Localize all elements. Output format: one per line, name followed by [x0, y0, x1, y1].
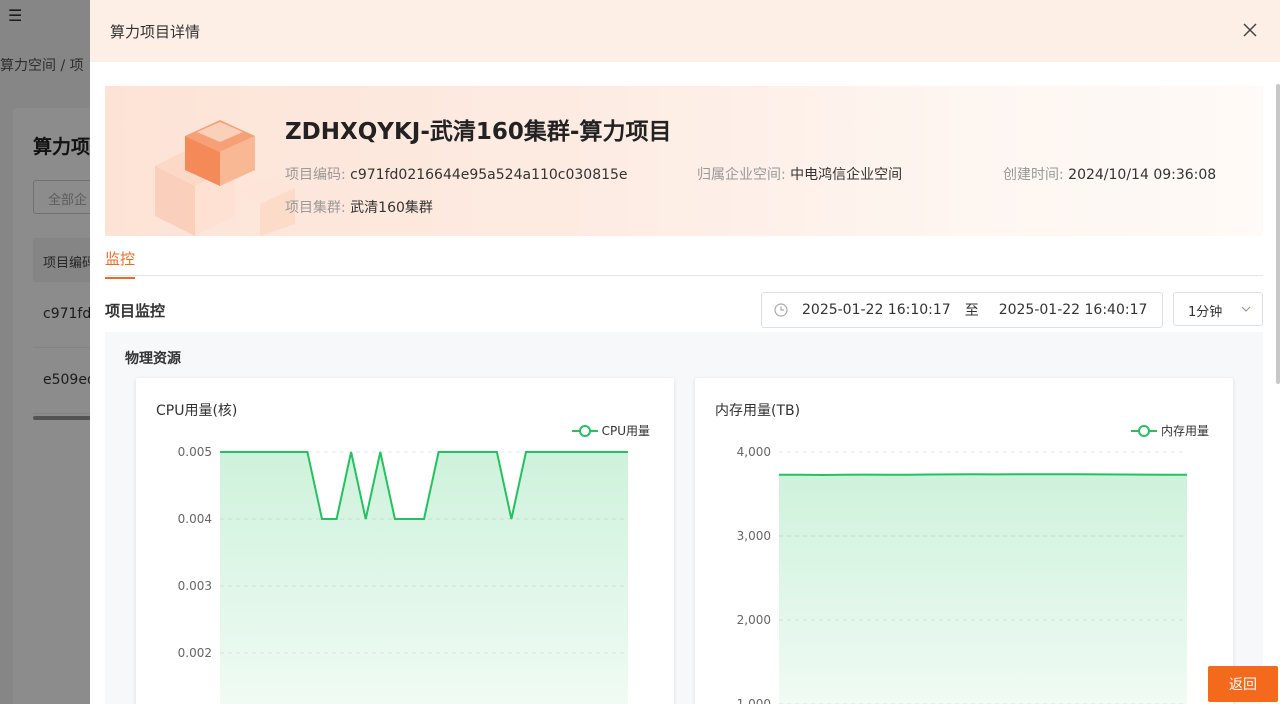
monitor-section-header: 项目监控 2025-01-22 16:10:17 至 2025-01-22 16… [105, 292, 1263, 328]
tab-monitor[interactable]: 监控 [105, 248, 136, 279]
series-area [220, 452, 628, 704]
detail-tabs: 监控 [105, 236, 1263, 279]
project-name: ZDHXQYKJ-武清160集群-算力项目 [285, 119, 672, 145]
physical-resources-panel: 物理资源 CPU用量(核) CPU用量 0.005 0.004 0.003 0.002… [105, 332, 1263, 704]
date-separator: 至 [964, 303, 979, 319]
interval-select[interactable]: 1分钟 [1173, 292, 1263, 326]
y-tick-label: 1,000 [737, 697, 771, 704]
project-cluster-value: 武清160集群 [350, 200, 433, 216]
cpu-chart-plot: 0.005 0.004 0.003 0.002 [178, 445, 628, 704]
project-cluster-field: 项目集群: 武清160集群 [285, 197, 433, 217]
y-tick-label: 0.004 [178, 512, 212, 526]
vertical-scrollbar[interactable] [1276, 84, 1280, 384]
created-time-value: 2024/10/14 09:36:08 [1068, 167, 1217, 183]
close-icon [1243, 23, 1257, 37]
drawer-header: 算力项目详情 [90, 0, 1280, 62]
y-tick-label: 2,000 [737, 613, 771, 627]
project-cluster-label: 项目集群: [285, 200, 346, 216]
drawer-title: 算力项目详情 [110, 22, 201, 41]
enterprise-space-value: 中电鸿信企业空间 [790, 167, 903, 183]
date-range-picker[interactable]: 2025-01-22 16:10:17 至 2025-01-22 16:40:1… [761, 292, 1163, 328]
project-code-label: 项目编码: [285, 167, 346, 183]
project-code-field: 项目编码: c971fd0216644e95a524a110c030815e [285, 164, 628, 184]
created-time-label: 创建时间: [1003, 167, 1064, 183]
cpu-usage-chart: CPU用量(核) CPU用量 0.005 0.004 0.003 0.002 [136, 378, 674, 704]
y-tick-label: 0.005 [178, 445, 212, 459]
project-code-value: c971fd0216644e95a524a110c030815e [350, 167, 628, 183]
series-area [779, 474, 1187, 704]
back-button[interactable]: 返回 [1208, 666, 1278, 702]
y-tick-label: 0.002 [178, 646, 212, 660]
section-title: 项目监控 [105, 302, 166, 320]
panel-title: 物理资源 [125, 351, 181, 367]
memory-chart-plot: 4,000 3,000 2,000 1,000 [737, 445, 1187, 704]
y-tick-label: 3,000 [737, 529, 771, 543]
created-time-field: 创建时间: 2024/10/14 09:36:08 [1003, 164, 1216, 184]
project-banner: ZDHXQYKJ-武清160集群-算力项目 项目编码: c971fd021664… [105, 86, 1263, 236]
start-date[interactable]: 2025-01-22 16:10:17 [802, 302, 951, 318]
chevron-down-icon [1241, 306, 1251, 312]
close-button[interactable] [1236, 16, 1264, 44]
end-date[interactable]: 2025-01-22 16:40:17 [999, 302, 1148, 318]
y-tick-label: 4,000 [737, 445, 771, 459]
project-detail-drawer: 算力项目详情 ZDHXQYKJ-武清160集群-算力项目 项目编码: c971f… [90, 0, 1280, 704]
series-line[interactable] [778, 473, 1187, 477]
memory-usage-chart: 内存用量(TB) 内存用量 4,000 3,000 2,000 1,000 [695, 378, 1233, 704]
enterprise-space-label: 归属企业空间: [697, 167, 786, 183]
enterprise-space-field: 归属企业空间: 中电鸿信企业空间 [697, 164, 902, 184]
project-cube-illustration [155, 120, 295, 236]
clock-icon [774, 303, 788, 317]
interval-value: 1分钟 [1188, 305, 1223, 320]
y-tick-label: 0.003 [178, 579, 212, 593]
